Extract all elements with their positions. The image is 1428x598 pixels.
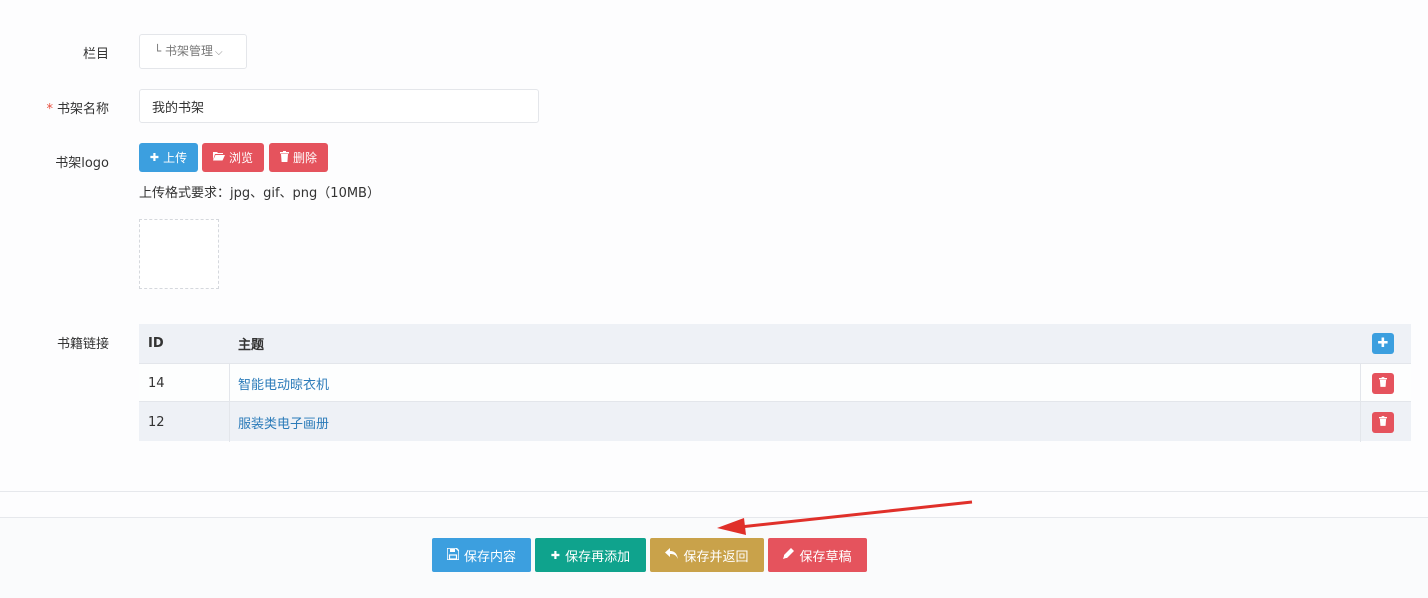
trash-icon bbox=[279, 150, 289, 165]
column-select-value: └ 书架管理 bbox=[154, 44, 214, 58]
upload-button[interactable]: ✚ 上传 bbox=[139, 143, 198, 172]
logo-label: 书架logo bbox=[55, 156, 109, 171]
form-area: 栏目 └ 书架管理⌵ *书架名称 书架logo ✚上传 浏览 删除 上传格式要求… bbox=[0, 0, 1428, 492]
plus-icon: ✚ bbox=[550, 548, 561, 562]
row-topic-link[interactable]: 智能电动晾衣机 bbox=[238, 364, 329, 402]
delete-row-button[interactable] bbox=[1372, 373, 1394, 394]
save-content-button[interactable]: 保存内容 bbox=[432, 538, 531, 572]
reply-icon bbox=[665, 548, 679, 562]
logo-preview bbox=[139, 219, 219, 289]
column-divider bbox=[229, 364, 230, 402]
save-return-button[interactable]: 保存并返回 bbox=[650, 538, 764, 572]
column-divider bbox=[229, 402, 230, 442]
row-id: 12 bbox=[148, 414, 165, 430]
column-divider bbox=[1360, 364, 1361, 402]
delete-button[interactable]: 删除 bbox=[269, 143, 328, 172]
header-topic: 主题 bbox=[238, 338, 265, 353]
table-header: ID 主题 ✚ bbox=[139, 324, 1411, 363]
required-mark: * bbox=[46, 102, 53, 117]
header-id: ID bbox=[148, 336, 164, 351]
column-label: 栏目 bbox=[82, 47, 109, 62]
plus-icon: ✚ bbox=[149, 151, 160, 164]
chevron-down-icon: ⌵ bbox=[215, 47, 223, 58]
delete-row-button[interactable] bbox=[1372, 412, 1394, 433]
table-row: 14 智能电动晾衣机 bbox=[139, 363, 1411, 402]
folder-open-icon bbox=[212, 151, 225, 164]
shelf-name-input[interactable] bbox=[139, 89, 539, 123]
books-label: 书籍链接 bbox=[56, 337, 109, 352]
table-row: 12 服装类电子画册 bbox=[139, 401, 1411, 442]
row-topic-link[interactable]: 服装类电子画册 bbox=[238, 402, 329, 442]
save-add-button[interactable]: ✚ 保存再添加 bbox=[535, 538, 646, 572]
column-divider bbox=[1360, 402, 1361, 442]
add-row-button[interactable]: ✚ bbox=[1372, 333, 1394, 354]
trash-icon bbox=[1379, 415, 1387, 430]
plus-icon: ✚ bbox=[1377, 336, 1389, 351]
pencil-icon bbox=[783, 548, 795, 562]
floppy-disk-icon bbox=[446, 546, 460, 563]
upload-hint: 上传格式要求：jpg、gif、png（10MB） bbox=[139, 186, 380, 201]
browse-button[interactable]: 浏览 bbox=[202, 143, 264, 172]
save-draft-button[interactable]: 保存草稿 bbox=[768, 538, 867, 572]
name-label: * 书架名称 bbox=[46, 102, 109, 117]
section-divider bbox=[0, 491, 1428, 492]
row-id: 14 bbox=[148, 375, 165, 391]
trash-icon bbox=[1379, 376, 1387, 391]
books-table: ID 主题 ✚ 14 智能电动晾衣机 12 服装类电子画册 bbox=[139, 324, 1411, 442]
column-select[interactable]: └ 书架管理 ⌵ bbox=[139, 34, 247, 69]
